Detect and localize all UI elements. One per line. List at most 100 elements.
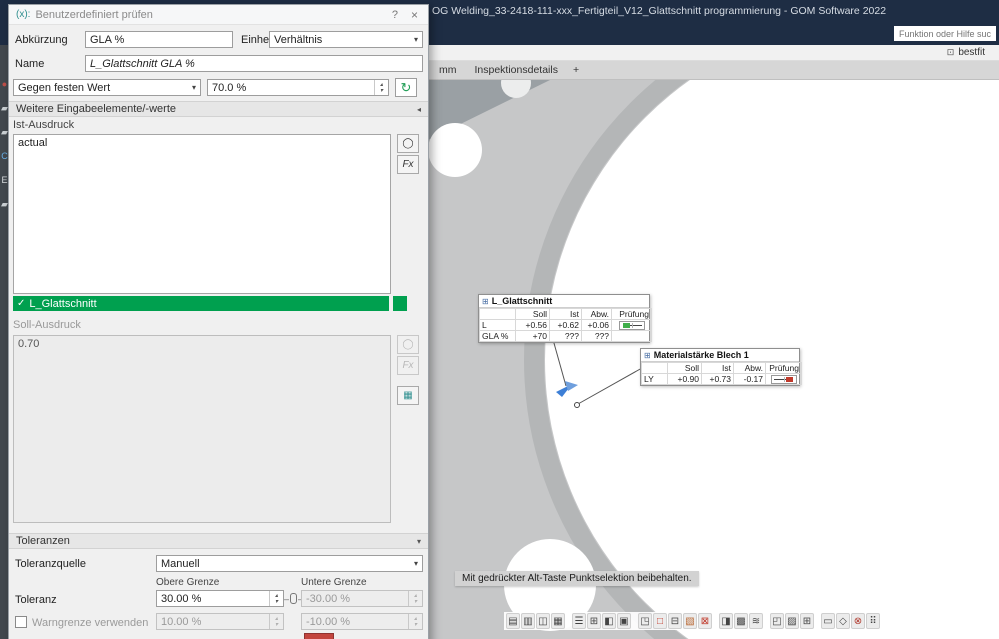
selected-element-indicator: [393, 296, 407, 311]
abbreviation-input[interactable]: GLA %: [85, 31, 233, 48]
add-panel-icon[interactable]: ⊞: [587, 613, 601, 629]
help-button[interactable]: ?: [387, 9, 403, 21]
checkmark-icon: ✓: [17, 298, 25, 309]
corner-tl-icon[interactable]: ◰: [770, 613, 784, 629]
hole-top: [428, 123, 482, 177]
nominal-expression-area: 0.70: [13, 335, 391, 523]
corner-panel-icon[interactable]: ◳: [638, 613, 652, 629]
bottom-toolbar: ▤▥◫▦☰⊞◧▣◳□⊟▧⊠◨▩≋◰▨⊞▭◇⊗⠿: [504, 612, 883, 630]
lower-warn-spinner: -10.00 % ▴▾: [301, 613, 423, 630]
comparison-value: Gegen festen Wert: [18, 82, 110, 94]
name-label: Name: [15, 58, 44, 70]
more-inputs-label: Weitere Eingabeelemente/-werte: [16, 103, 176, 115]
tab-3d-view[interactable]: mm: [430, 62, 466, 78]
waves-icon[interactable]: ≋: [749, 613, 763, 629]
table-layout-icon[interactable]: ▥: [521, 613, 535, 629]
diamond-icon[interactable]: ◇: [836, 613, 850, 629]
cell-header-soll: Soll: [668, 363, 702, 374]
annotation-l-glattschnitt[interactable]: ⊞ L_Glattschnitt Soll Ist Abw. Prüfung L…: [478, 294, 650, 343]
hatch-panel-icon[interactable]: ▧: [683, 613, 697, 629]
cell-pruefung: [612, 320, 652, 331]
cell-soll: +0.90: [668, 374, 702, 385]
warn-limit-label: Warngrenze verwenden: [32, 617, 148, 629]
target-value-spinner[interactable]: 70.0 % ▴▾: [207, 79, 389, 96]
cell-pruefung: [766, 374, 802, 385]
formula-editor-button[interactable]: Fx: [397, 155, 419, 174]
element-grid-button[interactable]: ▦: [397, 386, 419, 405]
report-layout-icon[interactable]: ▤: [506, 613, 520, 629]
collapse-panel-icon[interactable]: ⊟: [668, 613, 682, 629]
ist-ausdruck-label: Ist-Ausdruck: [13, 119, 74, 131]
lower-warn-value: -10.00 %: [302, 614, 408, 629]
warn-limit-checkbox[interactable]: [15, 616, 27, 628]
help-search-input[interactable]: [894, 26, 996, 41]
tab-inspektionsdetails[interactable]: Inspektionsdetails: [466, 62, 567, 78]
circle-tool-button-disabled: ◯: [397, 335, 419, 354]
unit-value: Verhältnis: [274, 34, 322, 46]
cell-name: L: [480, 320, 516, 331]
cell-pruefung: [612, 331, 652, 342]
name-input[interactable]: L_Glattschnitt GLA %: [85, 55, 423, 72]
list-view-icon[interactable]: ☰: [572, 613, 586, 629]
spinner-buttons[interactable]: ▴▾: [269, 591, 283, 606]
split-view-icon[interactable]: ◫: [536, 613, 550, 629]
half-left-panel-icon[interactable]: ◧: [602, 613, 616, 629]
unit-select[interactable]: Verhältnis ▾: [269, 31, 423, 48]
cell-header-ist: Ist: [550, 309, 582, 320]
wide-box-icon[interactable]: ▭: [821, 613, 835, 629]
comparison-select[interactable]: Gegen festen Wert ▾: [13, 79, 201, 96]
abbreviation-label: Abkürzung: [15, 34, 68, 46]
actual-expression-area[interactable]: actual: [13, 134, 391, 294]
remove-red-icon[interactable]: ⊗: [851, 613, 865, 629]
focus-panel-icon[interactable]: ▣: [617, 613, 631, 629]
abort-button[interactable]: [304, 633, 334, 639]
soll-ausdruck-label: Soll-Ausdruck: [13, 319, 81, 331]
circle-tool-button[interactable]: ◯: [397, 134, 419, 153]
lower-limit-label: Untere Grenze: [301, 577, 367, 588]
header-row: Soll Ist Abw. Prüfung: [642, 363, 802, 374]
annotation-materialstaerke[interactable]: ⊞ Materialstärke Blech 1 Soll Ist Abw. P…: [640, 348, 800, 386]
tolerance-source-select[interactable]: Manuell ▾: [156, 555, 423, 572]
cell-name: GLA %: [480, 331, 516, 342]
annotation-grid: Soll Ist Abw. Prüfung LY +0.90 +0.73 -0.…: [641, 362, 802, 385]
drag-dots-icon[interactable]: ⠿: [866, 613, 880, 629]
bestfit-button[interactable]: ⊡ bestfit: [947, 47, 985, 58]
add-tab-button[interactable]: +: [567, 62, 585, 78]
dialog-title: Benutzerdefiniert prüfen: [35, 9, 152, 21]
annotation-header: ⊞ Materialstärke Blech 1: [641, 349, 799, 362]
more-inputs-section-header[interactable]: Weitere Eingabeelemente/-werte ◂: [9, 101, 428, 117]
cell-header-ist: Ist: [702, 363, 734, 374]
cell-header-pruefung: Prüfung: [766, 363, 802, 374]
table-row: L +0.56 +0.62 +0.06: [480, 320, 652, 331]
hatch-right-icon[interactable]: ▨: [785, 613, 799, 629]
cell-soll: +0.56: [516, 320, 550, 331]
table-add-icon[interactable]: ⊞: [800, 613, 814, 629]
close-icon[interactable]: ×: [408, 8, 421, 22]
cell-empty: [642, 363, 668, 374]
upper-tolerance-spinner[interactable]: 30.00 % ▴▾: [156, 590, 284, 607]
cell-soll: +70: [516, 331, 550, 342]
dense-grid-icon[interactable]: ▩: [734, 613, 748, 629]
annotation-grid: Soll Ist Abw. Prüfung L +0.56 +0.62 +0.0…: [479, 308, 652, 342]
grid-view-icon[interactable]: ▦: [551, 613, 565, 629]
selected-element-label: L_Glattschnitt: [29, 298, 96, 310]
cell-ist: +0.73: [702, 374, 734, 385]
cell-ist: +0.62: [550, 320, 582, 331]
red-frame-icon[interactable]: □: [653, 613, 667, 629]
cell-header-soll: Soll: [516, 309, 550, 320]
target-value: 70.0 %: [208, 80, 374, 95]
actual-expression: actual: [18, 137, 47, 149]
dialog-titlebar[interactable]: (x): Benutzerdefiniert prüfen ? ×: [9, 5, 428, 25]
tolerances-section-header[interactable]: Toleranzen ▾: [9, 533, 428, 549]
abbreviation-value: GLA %: [90, 34, 124, 46]
spinner-buttons[interactable]: ▴▾: [374, 80, 388, 95]
cell-empty: [480, 309, 516, 320]
cell-abw: -0.17: [734, 374, 766, 385]
half-right-panel-icon[interactable]: ◨: [719, 613, 733, 629]
selected-element-row[interactable]: ✓ L_Glattschnitt: [13, 296, 389, 311]
nominal-expression: 0.70: [18, 338, 39, 350]
annotation-title: Materialstärke Blech 1: [654, 350, 749, 360]
apply-expression-button[interactable]: ↻: [395, 78, 417, 97]
tolerances-label: Toleranzen: [16, 535, 70, 547]
close-panel-red-icon[interactable]: ⊠: [698, 613, 712, 629]
